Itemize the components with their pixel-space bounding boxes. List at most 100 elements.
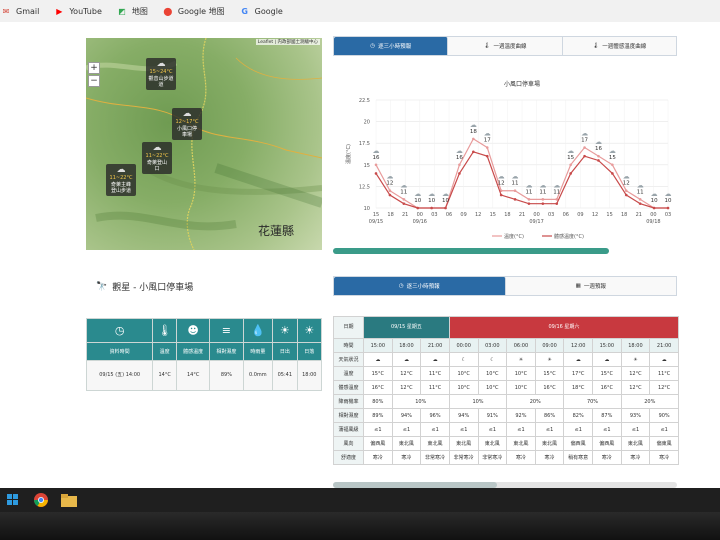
cloud-icon: ☁ bbox=[363, 352, 393, 367]
thermometer-icon: 🌡 bbox=[152, 318, 178, 343]
file-explorer-icon[interactable] bbox=[60, 491, 78, 509]
table-cell: 東北風 bbox=[420, 436, 450, 451]
terrain-layer bbox=[86, 38, 322, 250]
data-point bbox=[458, 172, 461, 175]
bookmark-google-maps[interactable]: ⬤ Google 地图 bbox=[162, 5, 224, 17]
data-label: 17 bbox=[581, 138, 588, 144]
chart-scroll-thumb[interactable] bbox=[333, 248, 609, 254]
x-tick-label: 21 bbox=[402, 212, 408, 218]
table-cell: ≤1 bbox=[620, 422, 651, 437]
cloud-icon: ☁ bbox=[563, 352, 593, 367]
data-point bbox=[624, 193, 628, 197]
table-cell: ≤1 bbox=[391, 422, 422, 437]
row-label: 溫度 bbox=[333, 366, 364, 381]
cloud-icon: ☁ bbox=[182, 109, 192, 119]
data-point bbox=[527, 202, 531, 205]
table-cell: ≤1 bbox=[477, 422, 508, 437]
y-axis-label: 溫度(°C) bbox=[345, 144, 352, 164]
x-tick-label: 03 bbox=[665, 212, 671, 218]
table-cell: ≤1 bbox=[592, 422, 622, 437]
map-marker[interactable]: ☁ 11~22°C 奇萊主峰 登山步道 bbox=[106, 164, 136, 196]
bookmark-youtube[interactable]: ▶ YouTube bbox=[53, 5, 102, 17]
data-point bbox=[555, 202, 559, 205]
data-label: 11 bbox=[512, 181, 519, 187]
tab-weekly-feel-temperature[interactable]: 🌡 一週體感溫度曲線 bbox=[563, 37, 676, 55]
tab-weekly-temperature[interactable]: 🌡 一週溫度曲線 bbox=[448, 37, 563, 55]
forecast-tabs: ◷ 逐三小時預報 ▦ 一週預報 bbox=[333, 276, 677, 296]
data-label: 10 bbox=[414, 198, 421, 204]
cloud-icon: ☁ bbox=[539, 181, 546, 189]
table-cell: 偏西風 bbox=[592, 436, 622, 451]
chart-scrollbar[interactable] bbox=[333, 248, 609, 254]
bookmark-google[interactable]: G Google bbox=[239, 5, 283, 17]
table-cell: 12°C bbox=[391, 366, 422, 381]
cloud-icon: ☁ bbox=[623, 173, 630, 181]
table-cell: 東北風 bbox=[534, 436, 565, 451]
x-tick-label: 21 bbox=[519, 212, 525, 218]
tab-weekly-forecast[interactable]: ▦ 一週預報 bbox=[506, 277, 677, 295]
forecast-table: 日期 09/15 星期五 09/16 星期六 時間 15:00 18:00 21:00… bbox=[333, 316, 680, 465]
map-marker[interactable]: ☁ 11~22°C 奇萊登山 口 bbox=[142, 142, 172, 174]
table-cell: 18:00 bbox=[391, 338, 422, 353]
bookmark-gmail[interactable]: ✉ Gmail bbox=[0, 5, 40, 17]
sun-icon: ☀ bbox=[620, 352, 651, 367]
x-date-label: 09/17 bbox=[529, 219, 543, 225]
x-tick-label: 03 bbox=[548, 212, 554, 218]
table-cell: 15°C bbox=[534, 366, 565, 381]
y-tick-label: 17.5 bbox=[359, 141, 370, 147]
bookmark-maps[interactable]: ◩ 地图 bbox=[116, 5, 148, 17]
table-cell: 18°C bbox=[563, 380, 593, 395]
chrome-icon[interactable] bbox=[32, 491, 50, 509]
table-cell: ≤1 bbox=[420, 422, 450, 437]
sunrise-icon: ☀ bbox=[272, 318, 298, 343]
web-page: + − Leaflet | 内政部國土測繪中心 ☁ 15~24°C 觀音山步道 … bbox=[0, 22, 720, 488]
windows-start-icon[interactable] bbox=[4, 491, 22, 509]
map-marker[interactable]: ☁ 12~17°C 小風口停 車場 bbox=[172, 108, 202, 140]
row-label: 蒲福風級 bbox=[333, 422, 364, 437]
table-cell: 16°C bbox=[363, 380, 393, 395]
table-row: 降雨機率 80% 10% 10% 20% 70% 20% bbox=[333, 394, 680, 409]
table-cell: 92% bbox=[506, 408, 536, 423]
table-cell: 11°C bbox=[649, 366, 679, 381]
table-cell: 寒冷 bbox=[592, 450, 622, 465]
table-cell: ≤1 bbox=[448, 422, 479, 437]
data-point bbox=[597, 159, 600, 162]
data-point bbox=[597, 154, 600, 158]
table-cell: 15:00 bbox=[592, 338, 622, 353]
table-cell: 東北風 bbox=[620, 436, 651, 451]
google-maps-pin-icon: ⬤ bbox=[163, 6, 173, 16]
cloud-icon: ☁ bbox=[400, 181, 407, 189]
x-tick-label: 15 bbox=[606, 212, 612, 218]
map-view[interactable]: + − Leaflet | 内政部國土測繪中心 ☁ 15~24°C 觀音山步道 … bbox=[86, 38, 322, 250]
data-point bbox=[416, 206, 420, 210]
table-cell: 93% bbox=[620, 408, 651, 423]
tab-three-hour-forecast[interactable]: ◷ 逐三小時預報 bbox=[334, 37, 449, 55]
table-cell: 96% bbox=[420, 408, 450, 423]
data-point bbox=[638, 202, 642, 205]
table-cell: 12°C bbox=[649, 380, 679, 395]
data-point bbox=[652, 206, 656, 210]
cloud-icon: ☁ bbox=[649, 352, 679, 367]
temperature-chart: 小風口停車場 22.5 20 17.5 15 12.5 10 溫度(°C) 15 18 21 00 03… bbox=[345, 80, 672, 240]
data-label: 16 bbox=[373, 155, 380, 161]
data-label: 11 bbox=[553, 189, 560, 195]
x-tick-label: 12 bbox=[592, 212, 598, 218]
data-point bbox=[472, 150, 475, 154]
table-cell: 82% bbox=[563, 408, 593, 423]
data-label: 15 bbox=[609, 155, 616, 161]
y-tick-label: 15 bbox=[364, 163, 370, 169]
cloud-icon: ☁ bbox=[581, 130, 588, 138]
data-label: 10 bbox=[651, 198, 658, 204]
x-tick-label: 03 bbox=[431, 212, 437, 218]
table-row: 舒適度 寒冷 寒冷 非常寒冷 非常寒冷 非常寒冷 寒冷 寒冷 稍有寒意 寒冷 寒冷 寒冷 bbox=[333, 450, 679, 465]
zoom-in-button[interactable]: + bbox=[88, 62, 100, 74]
data-point bbox=[402, 202, 406, 205]
table-cell: 偏西風 bbox=[363, 436, 393, 451]
table-cell: 寒冷 bbox=[534, 450, 565, 465]
data-point bbox=[527, 198, 531, 201]
map-marker[interactable]: ☁ 15~24°C 觀音山步道 道 bbox=[146, 58, 176, 90]
zoom-out-button[interactable]: − bbox=[88, 75, 100, 87]
cloud-icon: ☁ bbox=[373, 147, 380, 155]
table-cell: ≤1 bbox=[534, 422, 565, 437]
tab-three-hour-forecast-table[interactable]: ◷ 逐三小時預報 bbox=[334, 277, 506, 295]
